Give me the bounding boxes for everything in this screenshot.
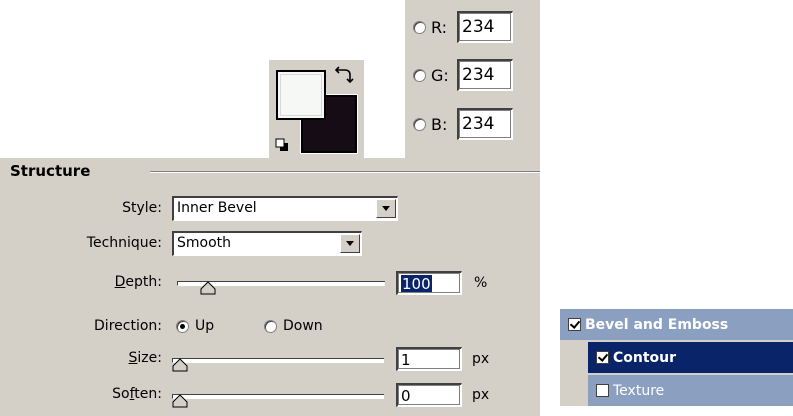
- depth-label: Depth:: [114, 274, 162, 290]
- direction-up-label: Up: [195, 318, 215, 334]
- b-field[interactable]: 234: [457, 108, 513, 140]
- default-colors-icon[interactable]: [275, 138, 289, 152]
- texture-checkbox[interactable]: [596, 384, 609, 397]
- r-field[interactable]: 234: [457, 11, 513, 43]
- g-radio[interactable]: [413, 68, 426, 82]
- depth-input[interactable]: 100: [396, 271, 462, 295]
- soften-label: Soften:: [112, 386, 162, 402]
- style-label: Style:: [122, 200, 162, 216]
- rgb-panel: R: 234 G: 234 B: 234: [405, 0, 540, 160]
- style-select[interactable]: Inner Bevel: [172, 196, 398, 221]
- foreground-color-swatch[interactable]: [276, 70, 326, 120]
- contour-label: Contour: [613, 349, 677, 366]
- r-label: R:: [431, 17, 448, 37]
- direction-down-radio[interactable]: [264, 319, 277, 333]
- list-item-texture[interactable]: Texture: [560, 375, 793, 406]
- soften-slider-thumb-icon[interactable]: [172, 394, 188, 408]
- depth-slider[interactable]: [177, 275, 385, 295]
- soften-unit: px: [472, 387, 490, 403]
- r-radio[interactable]: [413, 20, 426, 34]
- technique-select[interactable]: Smooth: [172, 231, 362, 256]
- rgb-row-r: R: 234: [413, 7, 513, 47]
- color-swatches: [269, 60, 364, 158]
- size-slider-track: [172, 358, 384, 363]
- size-unit: px: [472, 351, 490, 367]
- rgb-row-b: B: 234: [413, 104, 513, 144]
- direction-up-radio[interactable]: [176, 319, 189, 333]
- g-field[interactable]: 234: [457, 59, 513, 91]
- list-indent: [560, 375, 588, 406]
- technique-dropdown-icon[interactable]: [340, 234, 360, 253]
- bevel-and-emboss-label: Bevel and Emboss: [585, 316, 729, 333]
- technique-value: Smooth: [177, 235, 232, 251]
- size-slider-thumb-icon[interactable]: [172, 358, 188, 372]
- contour-checkbox[interactable]: [596, 351, 609, 364]
- style-value: Inner Bevel: [177, 200, 257, 216]
- size-slider[interactable]: [172, 352, 384, 372]
- depth-unit: %: [474, 275, 488, 291]
- direction-up-option[interactable]: Up: [176, 318, 214, 334]
- size-input[interactable]: 1: [396, 347, 462, 371]
- structure-panel: Structure Style: Inner Bevel Technique: …: [0, 158, 540, 416]
- structure-divider: [150, 171, 540, 173]
- style-dropdown-icon[interactable]: [376, 199, 396, 218]
- bevel-and-emboss-checkbox[interactable]: [568, 318, 581, 331]
- soften-slider-track: [172, 394, 384, 399]
- soften-input[interactable]: 0: [396, 383, 462, 407]
- size-label: Size:: [128, 350, 162, 366]
- rgb-row-g: G: 234: [413, 55, 513, 95]
- swap-colors-icon[interactable]: [335, 64, 355, 84]
- technique-label: Technique:: [86, 235, 162, 251]
- b-radio[interactable]: [413, 117, 426, 131]
- list-item-contour[interactable]: Contour: [560, 342, 793, 373]
- soften-slider[interactable]: [172, 388, 384, 408]
- list-item-bevel-and-emboss[interactable]: Bevel and Emboss: [560, 309, 793, 340]
- texture-label: Texture: [613, 382, 665, 399]
- direction-down-label: Down: [283, 318, 323, 334]
- g-label: G:: [431, 65, 449, 85]
- b-label: B:: [431, 114, 448, 134]
- direction-down-option[interactable]: Down: [264, 318, 323, 334]
- list-indent: [560, 342, 588, 373]
- structure-title: Structure: [10, 162, 99, 180]
- direction-label: Direction:: [94, 318, 162, 334]
- depth-slider-thumb-icon[interactable]: [200, 281, 216, 295]
- layer-style-list: Bevel and Emboss Contour Texture: [560, 297, 793, 416]
